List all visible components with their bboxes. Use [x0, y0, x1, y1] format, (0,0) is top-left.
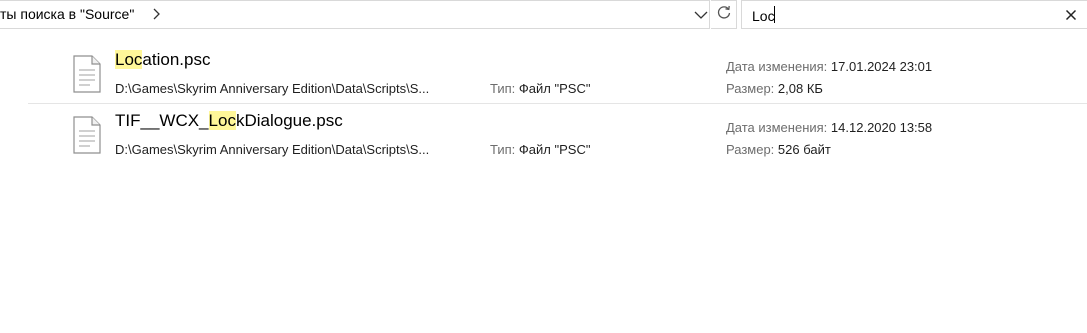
date-modified: Дата изменения: 14.12.2020 13:58 [726, 120, 932, 135]
search-match: Loc [115, 50, 143, 69]
file-size: Размер: 2,08 КБ [726, 81, 823, 96]
file-name: TIF__WCX_LockDialogue.psc [115, 111, 343, 131]
size-value: 2,08 КБ [777, 81, 823, 96]
close-icon[interactable] [1063, 7, 1079, 23]
document-icon [72, 55, 102, 93]
file-name-rest: kDialogue.psc [235, 111, 343, 130]
search-input[interactable] [752, 6, 1052, 26]
file-size: Размер: 526 байт [726, 142, 831, 157]
search-box[interactable] [741, 0, 1087, 29]
date-modified-value: 14.12.2020 13:58 [830, 120, 933, 135]
type-label: Тип: [490, 81, 516, 96]
search-results: Location.psc D:\Games\Skyrim Anniversary… [0, 33, 1087, 333]
date-modified-label: Дата изменения: [726, 120, 828, 135]
file-type: Тип: Файл "PSC" [490, 81, 590, 96]
toolbar: ты поиска в "Source" [0, 0, 1087, 30]
address-bar[interactable]: ты поиска в "Source" [0, 0, 710, 29]
type-value: Файл "PSC" [518, 142, 591, 157]
file-type: Тип: Файл "PSC" [490, 142, 590, 157]
type-label: Тип: [490, 142, 516, 157]
date-modified-value: 17.01.2024 23:01 [830, 59, 933, 74]
date-modified: Дата изменения: 17.01.2024 23:01 [726, 59, 932, 74]
file-name-prefix: TIF__WCX_ [115, 111, 209, 130]
address-breadcrumb[interactable]: ты поиска в "Source" [0, 6, 134, 22]
list-item[interactable]: Location.psc D:\Games\Skyrim Anniversary… [28, 45, 1087, 105]
file-path: D:\Games\Skyrim Anniversary Edition\Data… [115, 81, 430, 96]
refresh-icon [715, 3, 733, 26]
type-value: Файл "PSC" [518, 81, 591, 96]
text-caret [774, 6, 775, 23]
divider [28, 103, 1087, 104]
document-icon [72, 116, 102, 154]
date-modified-label: Дата изменения: [726, 59, 828, 74]
size-value: 526 байт [777, 142, 831, 157]
size-label: Размер: [726, 142, 775, 157]
refresh-button[interactable] [711, 0, 737, 29]
size-label: Размер: [726, 81, 775, 96]
file-name-rest: ation.psc [142, 50, 211, 69]
file-path: D:\Games\Skyrim Anniversary Edition\Data… [115, 142, 430, 157]
search-match: Loc [208, 111, 236, 130]
chevron-right-icon[interactable] [150, 5, 164, 23]
file-name: Location.psc [115, 50, 210, 70]
chevron-down-icon[interactable] [692, 6, 710, 24]
list-item[interactable]: TIF__WCX_LockDialogue.psc D:\Games\Skyri… [28, 106, 1087, 166]
